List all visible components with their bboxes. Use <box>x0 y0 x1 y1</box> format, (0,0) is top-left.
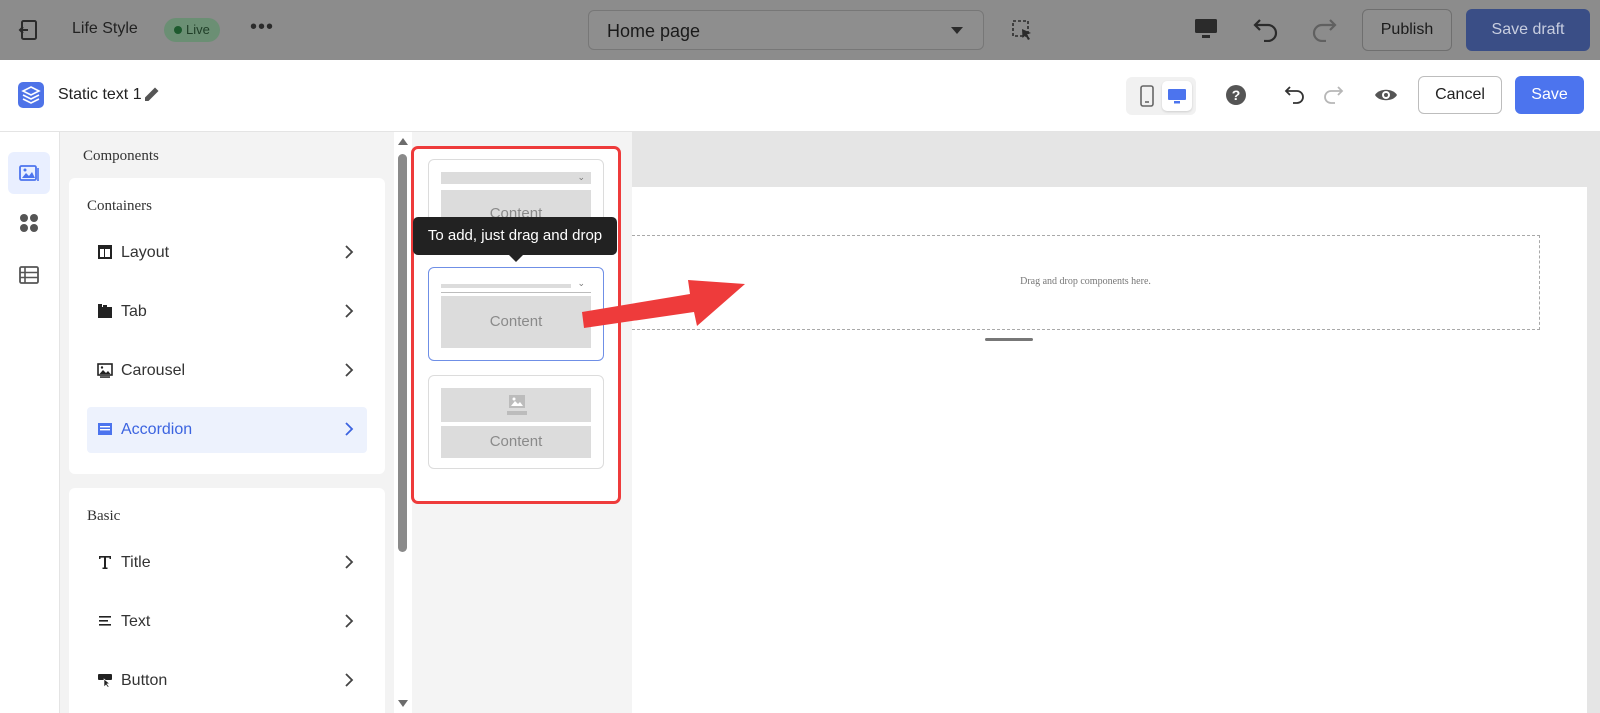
component-label: Text <box>121 613 151 630</box>
drag-handle[interactable] <box>985 338 1033 341</box>
scrollbar-thumb[interactable] <box>398 154 407 552</box>
component-item-title[interactable]: Title <box>87 540 367 586</box>
components-scrollbar[interactable] <box>394 132 412 713</box>
rail-item-sections[interactable] <box>8 254 50 296</box>
more-options-icon[interactable]: ••• <box>250 16 274 39</box>
layout-icon <box>98 245 112 259</box>
left-icon-rail <box>0 132 60 713</box>
variant-content-placeholder: Content <box>441 296 591 348</box>
redo-icon[interactable] <box>1310 14 1338 42</box>
chevron-right-icon <box>345 363 354 377</box>
page-select-value: Home page <box>607 21 701 41</box>
svg-text:?: ? <box>1232 87 1241 103</box>
chevron-right-icon <box>345 304 354 318</box>
publish-button[interactable]: Publish <box>1362 9 1452 51</box>
variant-header-bar <box>441 284 571 288</box>
component-label: Carousel <box>121 362 186 379</box>
component-item-tab[interactable]: Tab <box>87 289 367 335</box>
caret-down-icon <box>951 27 963 34</box>
canvas-page: Drag and drop components here. <box>632 187 1587 713</box>
exit-icon[interactable] <box>18 18 42 42</box>
chevron-right-icon <box>345 245 354 259</box>
components-heading: Components <box>83 148 159 164</box>
page-select-dropdown[interactable]: Home page <box>588 10 984 50</box>
component-item-accordion[interactable]: Accordion <box>87 407 367 453</box>
pencil-edit-icon[interactable] <box>142 84 162 104</box>
element-select-icon[interactable] <box>1011 19 1033 41</box>
chevron-right-icon <box>345 673 354 687</box>
component-label: Layout <box>121 244 170 261</box>
components-panel: Components Containers Layout Tab Carouse… <box>60 132 394 713</box>
undo-icon[interactable] <box>1284 83 1306 105</box>
accordion-variant[interactable]: ⌄ Content <box>428 267 604 361</box>
component-item-text[interactable]: Text <box>87 599 367 645</box>
drop-zone-hint: Drag and drop components here. <box>1020 276 1151 287</box>
text-lines-icon <box>99 616 111 626</box>
components-image-icon <box>19 165 39 181</box>
chevron-right-icon <box>345 614 354 628</box>
layers-icon <box>18 82 44 108</box>
divider <box>441 292 591 293</box>
component-label: Accordion <box>121 421 193 438</box>
image-placeholder-icon <box>507 395 527 415</box>
cancel-button[interactable]: Cancel <box>1418 76 1502 114</box>
chevron-right-icon <box>345 422 354 436</box>
component-label: Button <box>121 672 168 689</box>
variant-content-placeholder: Content <box>441 426 591 458</box>
button-icon <box>98 674 112 688</box>
live-status-badge: Live <box>164 18 220 42</box>
redo-icon[interactable] <box>1322 83 1344 105</box>
component-item-button[interactable]: Button <box>87 658 367 704</box>
drop-zone[interactable]: Drag and drop components here. <box>632 235 1540 330</box>
component-label: Title <box>121 554 151 571</box>
component-item-carousel[interactable]: Carousel <box>87 348 367 394</box>
undo-icon[interactable] <box>1252 14 1280 42</box>
basic-card: Basic Title Text Button <box>69 488 385 713</box>
component-label: Tab <box>121 303 147 320</box>
chevron-right-icon <box>345 555 354 569</box>
canvas-area: Drag and drop components here. <box>632 132 1600 713</box>
desktop-view-icon[interactable] <box>1194 18 1218 40</box>
scroll-down-arrow-icon[interactable] <box>398 700 408 707</box>
device-toggle <box>1126 77 1196 115</box>
containers-card: Containers Layout Tab Carousel Accordion <box>69 178 385 474</box>
help-icon[interactable]: ? <box>1225 84 1247 106</box>
tab-icon <box>98 304 112 318</box>
site-name: Life Style <box>72 20 138 37</box>
chevron-down-icon: ⌄ <box>577 172 585 182</box>
app-top-bar: Life Style Live ••• Home page Publish Sa… <box>0 0 1600 60</box>
component-item-layout[interactable]: Layout <box>87 230 367 276</box>
drag-drop-tooltip: To add, just drag and drop <box>413 217 617 262</box>
group-label-basic: Basic <box>87 508 121 524</box>
accordion-variant[interactable]: Content <box>428 375 604 469</box>
group-label-containers: Containers <box>87 198 152 214</box>
mobile-view-icon[interactable] <box>1134 82 1160 110</box>
preview-eye-icon[interactable] <box>1374 84 1398 106</box>
accordion-icon <box>98 423 112 435</box>
image-icon <box>97 363 113 378</box>
apps-grid-icon <box>20 214 38 232</box>
editor-header: Static text 1 ? Cancel Save <box>0 60 1600 132</box>
rail-item-components[interactable] <box>8 152 50 194</box>
sections-list-icon <box>19 266 39 284</box>
save-draft-button[interactable]: Save draft <box>1466 9 1590 51</box>
save-button[interactable]: Save <box>1515 76 1584 114</box>
scroll-up-arrow-icon[interactable] <box>398 138 408 145</box>
variant-header-bar <box>441 172 591 184</box>
desktop-view-icon[interactable] <box>1162 81 1192 111</box>
title-t-icon <box>99 556 111 569</box>
rail-item-apps[interactable] <box>8 202 50 244</box>
drag-direction-arrow-icon <box>582 280 745 328</box>
editor-title: Static text 1 <box>58 86 142 103</box>
